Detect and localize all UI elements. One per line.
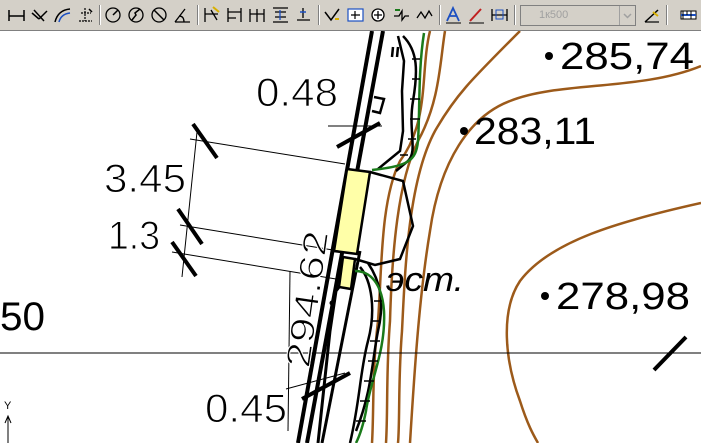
- dimension-style-icon[interactable]: [641, 4, 662, 26]
- dimension-update-icon[interactable]: [489, 4, 510, 26]
- dimension-text: 0.45: [205, 387, 287, 431]
- dimension-aligned-icon[interactable]: [29, 4, 50, 26]
- elevation-label: 278,98: [556, 276, 690, 318]
- dimension-linear-icon[interactable]: [6, 4, 27, 26]
- elevation-point: [545, 52, 553, 60]
- chevron-down-icon[interactable]: [619, 6, 635, 25]
- elevation-point: [460, 127, 468, 135]
- elevation-point: [329, 300, 335, 306]
- dimension-style-select[interactable]: 1к500: [520, 5, 636, 26]
- contour-line: [505, 201, 701, 443]
- contour-line: [396, 31, 521, 443]
- ucs-icon: Y: [4, 400, 12, 443]
- dimension-override-icon[interactable]: [678, 4, 699, 26]
- inspection-icon[interactable]: [368, 4, 389, 26]
- partial-label: 50: [0, 295, 45, 339]
- toolbar-separator: [439, 5, 441, 25]
- elevation-point: [541, 292, 549, 300]
- annotation-text: эст.: [386, 261, 464, 299]
- elevation-label: 285,74: [560, 36, 694, 78]
- dimension-text-edit-icon[interactable]: [466, 4, 487, 26]
- highlight-box: [337, 255, 357, 291]
- dimension-text: 1.3: [108, 214, 160, 258]
- center-mark-icon[interactable]: [345, 4, 366, 26]
- dimension-space-icon[interactable]: [270, 4, 291, 26]
- dimension-ordinate-icon[interactable]: [75, 4, 96, 26]
- ucs-axis-label: Y: [4, 400, 12, 412]
- dimension-radius-icon[interactable]: [103, 4, 124, 26]
- dimension-text: 0.48: [256, 71, 338, 115]
- dimension-text: 3.45: [104, 157, 186, 201]
- toolbar-separator: [666, 5, 668, 25]
- toolbar-separator: [318, 5, 320, 25]
- contour-lines: [370, 31, 701, 443]
- quick-dimension-icon[interactable]: [201, 4, 222, 26]
- dimension-toolbar: 1к500: [0, 0, 701, 31]
- text-style-icon[interactable]: [443, 4, 464, 26]
- dimension-break-icon[interactable]: [293, 4, 314, 26]
- dimension-angular-icon[interactable]: [172, 4, 193, 26]
- dimension-style-value: 1к500: [539, 9, 569, 21]
- toolbar-separator: [514, 5, 516, 25]
- drawing-canvas[interactable]: 0.48 3.45 1.3 294.62 0.45 285,74 283,11 …: [0, 31, 701, 443]
- dimension-baseline-icon[interactable]: [224, 4, 245, 26]
- dimension-diameter-icon[interactable]: [149, 4, 170, 26]
- tolerance-icon[interactable]: [322, 4, 343, 26]
- dimension-edit-icon[interactable]: [414, 4, 435, 26]
- elevation-label: 283,11: [474, 111, 596, 153]
- dimension-continue-icon[interactable]: [247, 4, 268, 26]
- toolbar-separator: [99, 5, 101, 25]
- dimension-arc-icon[interactable]: [52, 4, 73, 26]
- jogged-linear-icon[interactable]: [391, 4, 412, 26]
- highlight-box: [332, 167, 372, 256]
- toolbar-separator: [197, 5, 199, 25]
- dimension-jogged-icon[interactable]: [126, 4, 147, 26]
